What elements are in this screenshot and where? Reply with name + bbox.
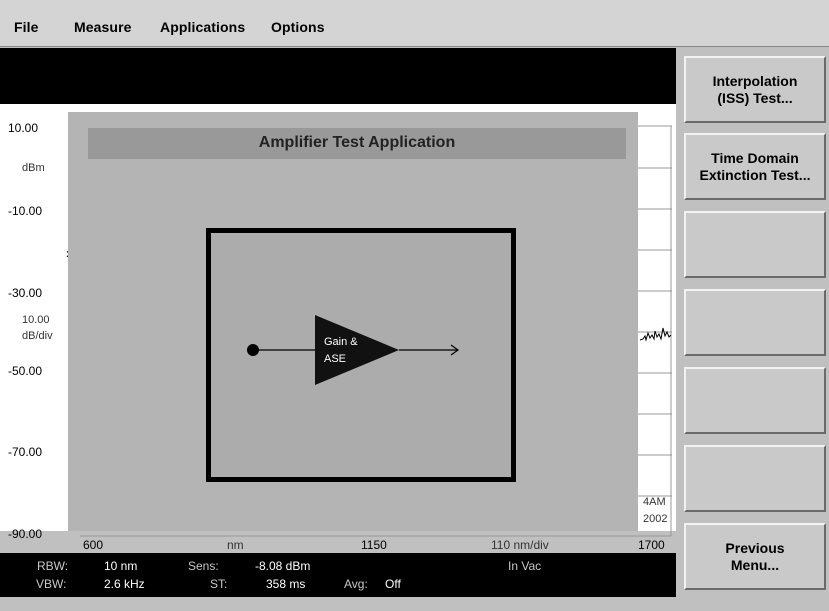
timestamp-year: 2002 xyxy=(643,513,668,525)
menu-measure[interactable]: Measure xyxy=(74,19,132,35)
y-tick-5: -70.00 xyxy=(8,445,43,459)
timestamp-time: 4AM xyxy=(643,496,666,508)
amplifier-triangle-icon[interactable] xyxy=(315,315,399,385)
softkey-time-domain-extinction-test[interactable]: Time Domain Extinction Test... xyxy=(684,133,826,200)
sens-label: Sens: xyxy=(188,559,219,573)
softkey-interpolation-iss-test[interactable]: Interpolation (ISS) Test... xyxy=(684,56,826,123)
scale-unit: dB/div xyxy=(22,330,53,342)
avg-value: Off xyxy=(385,577,401,591)
softkey-previous-menu[interactable]: Previous Menu... xyxy=(684,523,826,590)
medium-label: In Vac xyxy=(508,559,542,573)
softkey-blank-4[interactable] xyxy=(684,289,826,356)
st-label: ST: xyxy=(210,577,228,591)
amplifier-label-line1: Gain & xyxy=(324,336,358,348)
vbw-label: VBW: xyxy=(36,577,67,591)
rbw-value: 10 nm xyxy=(104,559,138,573)
x-span-label: 110 nm/div xyxy=(491,538,549,552)
y-tick-3: -30.00 xyxy=(8,286,43,300)
amplifier-diagram: Gain & ASE xyxy=(247,315,460,385)
status-bar: RBW: 10 nm Sens: -8.08 dBm In Vac VBW: 2… xyxy=(0,553,676,597)
y-tick-1: 10.00 xyxy=(8,121,39,135)
x-start-label: 600 xyxy=(83,538,104,552)
amplifier-diagram-frame: Gain & ASE xyxy=(206,228,516,482)
menu-file[interactable]: File xyxy=(14,19,39,35)
amplifier-label-line2: ASE xyxy=(324,353,346,365)
x-stop-label: 1700 xyxy=(638,538,665,552)
trace-header-bar xyxy=(0,48,676,104)
y-tick-4: -50.00 xyxy=(8,364,43,378)
st-value: 358 ms xyxy=(266,577,306,591)
y-tick-6: -90.00 xyxy=(8,527,43,541)
softkey-blank-6[interactable] xyxy=(684,445,826,512)
avg-label: Avg: xyxy=(344,577,368,591)
dialog-title: Amplifier Test Application xyxy=(88,128,626,159)
x-center-label: 1150 xyxy=(361,538,387,552)
vbw-value: 2.6 kHz xyxy=(104,577,145,591)
menu-options[interactable]: Options xyxy=(271,19,325,35)
softkey-blank-5[interactable] xyxy=(684,367,826,434)
x-unit-label: nm xyxy=(227,538,244,552)
y-tick-2: -10.00 xyxy=(8,204,43,218)
sens-value: -8.08 dBm xyxy=(255,559,311,573)
amplifier-test-dialog: Amplifier Test Application Gain & ASE xyxy=(68,112,638,531)
rbw-label: RBW: xyxy=(37,559,69,573)
softkey-blank-3[interactable] xyxy=(684,211,826,278)
trace-noise xyxy=(639,327,672,342)
menu-applications[interactable]: Applications xyxy=(160,19,245,35)
menu-bar: File Measure Applications Options xyxy=(0,0,829,47)
y-unit-label: dBm xyxy=(22,162,45,174)
scale-value: 10.00 xyxy=(22,314,50,326)
